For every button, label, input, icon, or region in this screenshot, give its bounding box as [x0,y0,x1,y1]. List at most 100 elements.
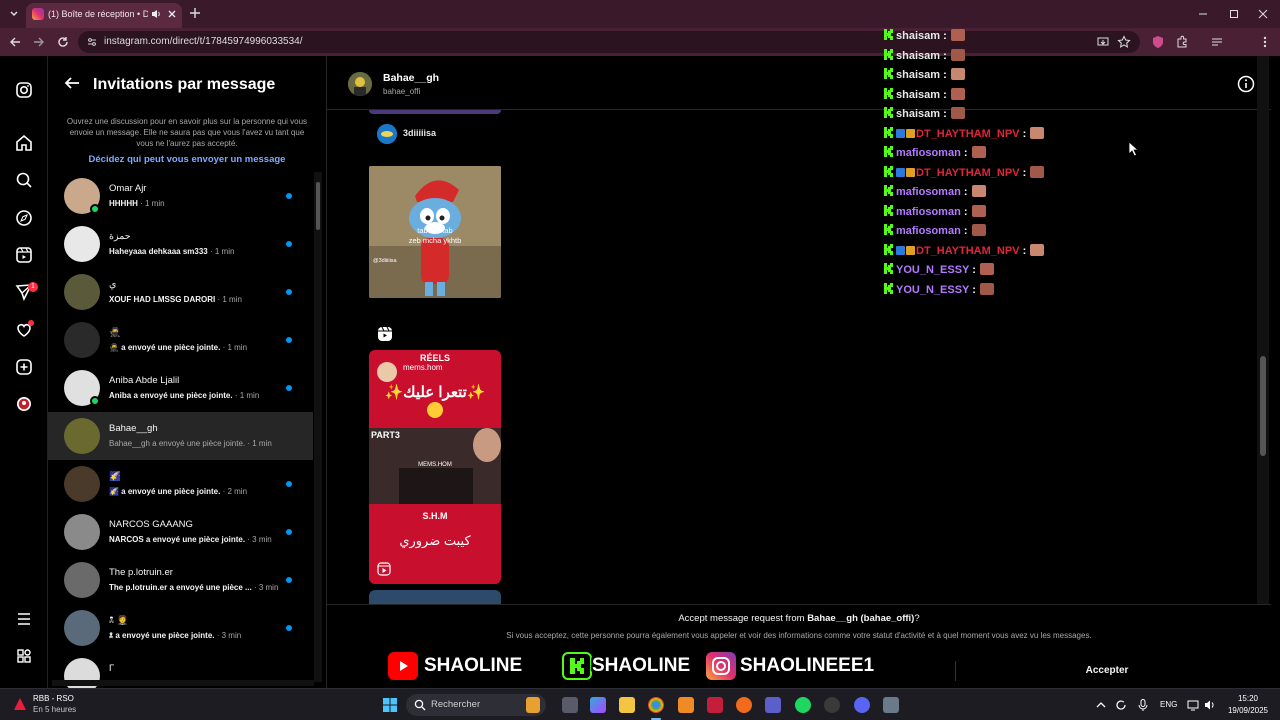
file-explorer-icon[interactable] [619,697,635,713]
chat-emote-icon [971,204,986,217]
kick-badge-icon [884,282,893,294]
request-item[interactable]: ي XOUF HAD LMSSG DARORI · 1 min [48,268,313,316]
teams-icon[interactable] [765,697,781,713]
browser-tab-strip: (1) Boîte de réception • Dire [0,0,1280,28]
tray-chevron-icon[interactable] [1094,698,1108,712]
stream-chat-colon: : [1019,244,1027,257]
message-controls-link[interactable]: Décidez qui peut vous envoyer un message [62,154,312,165]
tab-close-icon[interactable] [166,8,178,20]
request-name: Bahae__gh [109,423,158,434]
request-time: · 1 min [140,199,165,208]
moderator-badge-icon [896,245,905,255]
install-app-icon[interactable] [1096,35,1110,49]
meta-apps-icon[interactable] [15,647,33,665]
unread-dot [286,289,292,295]
stream-chat-user: DT_HAYTHAM_NPV [916,244,1020,257]
app-icon[interactable] [707,697,723,713]
contact-avatar[interactable] [348,72,372,96]
forward-arrow-icon[interactable] [32,35,46,49]
clock-date[interactable]: 19/09/2025 [1222,706,1274,715]
shared-post-image[interactable]: tab tab tab zeb mcha ykhtb @3diiiiisa [369,166,501,298]
reel-title-arabic: ✨تتعرا عليك✨ [384,384,486,401]
network-icon[interactable] [1186,698,1200,712]
address-bar[interactable]: instagram.com/direct/t/17845974996033534… [78,31,1140,53]
explore-compass-icon[interactable] [15,209,33,227]
request-item[interactable]: 🕱 🤵 🕱 a envoyé une pièce jointe. · 3 min [48,604,313,652]
horizontal-scrollbar[interactable] [52,680,314,686]
reel-play-icon[interactable] [377,562,391,576]
settings-gear-icon[interactable] [883,697,899,713]
tab-search-icon[interactable] [6,6,22,22]
shared-post-author-avatar[interactable] [377,124,397,144]
sync-icon[interactable] [1114,698,1128,712]
conversation-scrollbar[interactable] [1257,56,1269,604]
search-icon[interactable] [15,171,33,189]
microphone-icon[interactable] [1136,698,1150,712]
kick-badge-icon [884,146,893,157]
profile-avatar-icon[interactable] [15,395,33,413]
extension-shield-icon[interactable] [1151,35,1165,49]
kick-badge-icon [884,126,893,138]
crown-badge-icon [906,128,915,138]
window-close-icon[interactable] [1256,7,1270,21]
request-time: · 1 min [217,295,242,304]
shared-post-author[interactable]: 3diiiiisa [403,128,436,138]
create-plus-icon[interactable] [15,358,33,376]
request-item[interactable]: 🌠 🌠 a envoyé une pièce jointe. · 2 min [48,460,313,508]
request-item[interactable]: Bahae__gh Bahae__gh a envoyé une pièce jo… [48,412,313,460]
request-item[interactable]: NARCOS GAAANG NARCOS a envoyé une pièce j… [48,508,313,556]
request-item[interactable]: Aniba Abde Ljalil Aniba a envoyé une pièc… [48,364,313,412]
extensions-puzzle-icon[interactable] [1175,35,1189,49]
request-item[interactable]: حمزة Haheyaaa dehkaaa sm333 · 1 min [48,220,313,268]
reload-icon[interactable] [56,35,70,49]
youtube-handle: SHAOLINE [424,655,523,676]
reels-icon[interactable] [15,246,33,264]
requests-scrollbar-thumb[interactable] [316,182,320,230]
speaker-icon[interactable] [150,8,162,20]
conversation-scrollbar-thumb[interactable] [1260,356,1266,456]
brave-icon[interactable] [736,697,752,713]
spotify-icon[interactable] [795,697,811,713]
back-arrow-icon[interactable] [8,35,22,49]
discord-icon[interactable] [854,697,870,713]
vlc-icon[interactable] [678,697,694,713]
stream-chat-user: YOU_N_ESSY [896,264,970,276]
shared-reel[interactable]: RÉELS mems.hom ✨تتعرا عليك✨ PART3 MEMS.H… [369,350,501,584]
reel-indicator-icon [377,326,393,342]
request-item[interactable]: Omar Ajr HHHHH · 1 min [48,172,313,220]
minimize-icon[interactable] [1196,7,1210,21]
browser-menu-icon[interactable] [1258,35,1272,49]
requests-scrollbar[interactable] [314,172,322,682]
stream-chat-line: YOU_N_ESSY : [884,282,994,299]
copilot-icon[interactable] [590,697,606,713]
widget-title[interactable]: RBB - RSO [33,694,74,703]
reading-list-icon[interactable] [1210,35,1224,49]
clock-time[interactable]: 15:20 [1226,694,1270,703]
shared-post-watermark: @3diiiiisa [373,258,397,264]
kick-badge-icon [884,107,893,118]
accept-button[interactable]: Accepter [1057,662,1157,680]
task-view-icon[interactable] [562,697,578,713]
maximize-icon[interactable] [1227,7,1241,21]
chrome-icon[interactable] [648,697,664,713]
windows-start-icon[interactable] [382,697,398,713]
site-info-icon[interactable] [86,36,98,48]
volume-icon[interactable] [1203,698,1217,712]
home-icon[interactable] [15,134,33,152]
input-language[interactable]: ENG [1160,700,1177,709]
bookmark-star-icon[interactable] [1117,35,1131,49]
weather-widget-icon[interactable] [12,696,28,712]
new-tab-icon[interactable] [188,6,202,20]
browser-tab[interactable]: (1) Boîte de réception • Dire [26,3,182,28]
conversation-info-icon[interactable] [1237,75,1255,93]
contact-name[interactable]: Bahae__gh [383,72,439,84]
requests-description: Ouvrez une discussion pour en savoir plu… [66,117,308,148]
obs-icon[interactable] [824,697,840,713]
back-arrow-icon[interactable] [64,76,80,90]
next-message-card[interactable] [369,590,501,604]
taskbar-search[interactable]: Rechercher [406,694,546,716]
instagram-logo-icon[interactable] [15,81,33,99]
more-menu-icon[interactable] [15,610,33,628]
request-item[interactable]: The p.lotruin.er The p.lotruin.er a envoy… [48,556,313,604]
request-item[interactable]: 🥷 🥷 a envoyé une pièce jointe. · 1 min [48,316,313,364]
